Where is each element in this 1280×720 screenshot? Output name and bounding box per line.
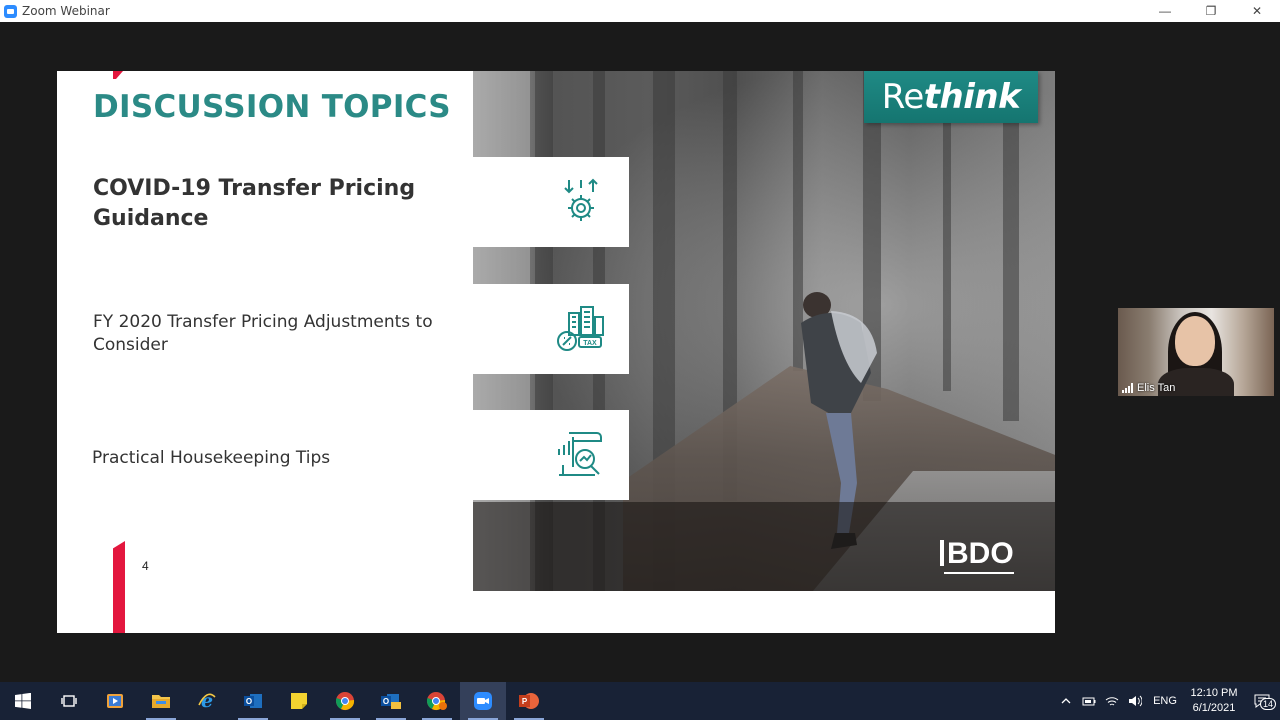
topic-2-label: FY 2020 Transfer Pricing Adjustments to … <box>93 312 433 355</box>
webinar-stage: DISCUSSION TOPICS COVID-19 Transfer Pric… <box>0 22 1280 682</box>
topic-2-icon-card: TAX <box>473 284 629 374</box>
task-view-icon[interactable] <box>46 682 92 720</box>
topic-3-icon-card <box>473 410 629 500</box>
clock-time: 12:10 PM <box>1190 687 1238 699</box>
battery-icon[interactable] <box>1077 696 1100 706</box>
chrome-alt-icon[interactable] <box>414 682 460 720</box>
window-title: Zoom Webinar <box>22 4 110 18</box>
shared-slide: DISCUSSION TOPICS COVID-19 Transfer Pric… <box>57 71 1055 633</box>
svg-text:O: O <box>383 697 389 706</box>
rethink-badge: Re think <box>864 71 1038 123</box>
window-controls: — ❐ ✕ <box>1142 0 1280 22</box>
powerpoint-icon[interactable]: P <box>506 682 552 720</box>
tax-building-icon: TAX <box>557 306 604 351</box>
bdo-logo: BDO <box>940 537 1014 574</box>
slide-heading: DISCUSSION TOPICS <box>93 89 451 125</box>
topic-3-label: Practical Housekeeping Tips <box>92 448 331 468</box>
action-center-icon[interactable]: 14 <box>1244 694 1280 710</box>
participant-video-tile[interactable]: Elis Tan <box>1118 308 1274 396</box>
internet-explorer-icon[interactable]: e <box>184 682 230 720</box>
outlook-mail-icon[interactable]: O <box>368 682 414 720</box>
zoom-icon[interactable] <box>460 682 506 720</box>
minimize-button[interactable]: — <box>1142 0 1188 22</box>
slide-accent-top <box>113 71 123 79</box>
clock-date: 6/1/2021 <box>1192 702 1236 714</box>
svg-text:TAX: TAX <box>583 340 597 347</box>
window-titlebar: Zoom Webinar — ❐ ✕ <box>0 0 1280 22</box>
volume-icon[interactable] <box>1123 695 1146 707</box>
topic-1-icon-card <box>473 157 629 247</box>
signal-strength-icon <box>1122 383 1133 393</box>
svg-text:P: P <box>522 697 528 706</box>
windows-taskbar: e O O P ENG 12:10 PM 6/1/2021 14 <box>0 682 1280 720</box>
slide-page-number: 4 <box>142 559 149 573</box>
close-button[interactable]: ✕ <box>1234 0 1280 22</box>
participant-name-label: Elis Tan <box>1122 382 1175 394</box>
sticky-notes-icon[interactable] <box>276 682 322 720</box>
outlook-icon[interactable]: O <box>230 682 276 720</box>
zoom-app-icon <box>4 4 17 18</box>
topic-1-label: COVID-19 Transfer Pricing Guidance <box>93 176 416 231</box>
slide-red-bar <box>113 541 125 633</box>
chrome-icon[interactable] <box>322 682 368 720</box>
show-hidden-icons-chevron-icon[interactable] <box>1054 697 1077 705</box>
svg-text:O: O <box>246 697 252 706</box>
taskbar-clock[interactable]: 12:10 PM 6/1/2021 <box>1184 686 1244 716</box>
file-explorer-icon[interactable] <box>138 682 184 720</box>
restore-button[interactable]: ❐ <box>1188 0 1234 22</box>
notification-count-badge: 14 <box>1259 698 1276 710</box>
input-language-indicator[interactable]: ENG <box>1146 695 1184 707</box>
document-magnifier-icon <box>558 432 602 476</box>
system-tray: ENG 12:10 PM 6/1/2021 14 <box>1054 682 1280 720</box>
wifi-icon[interactable] <box>1100 695 1123 707</box>
gear-arrows-icon <box>564 178 598 221</box>
media-app-icon[interactable] <box>92 682 138 720</box>
windows-start-icon[interactable] <box>0 682 46 720</box>
